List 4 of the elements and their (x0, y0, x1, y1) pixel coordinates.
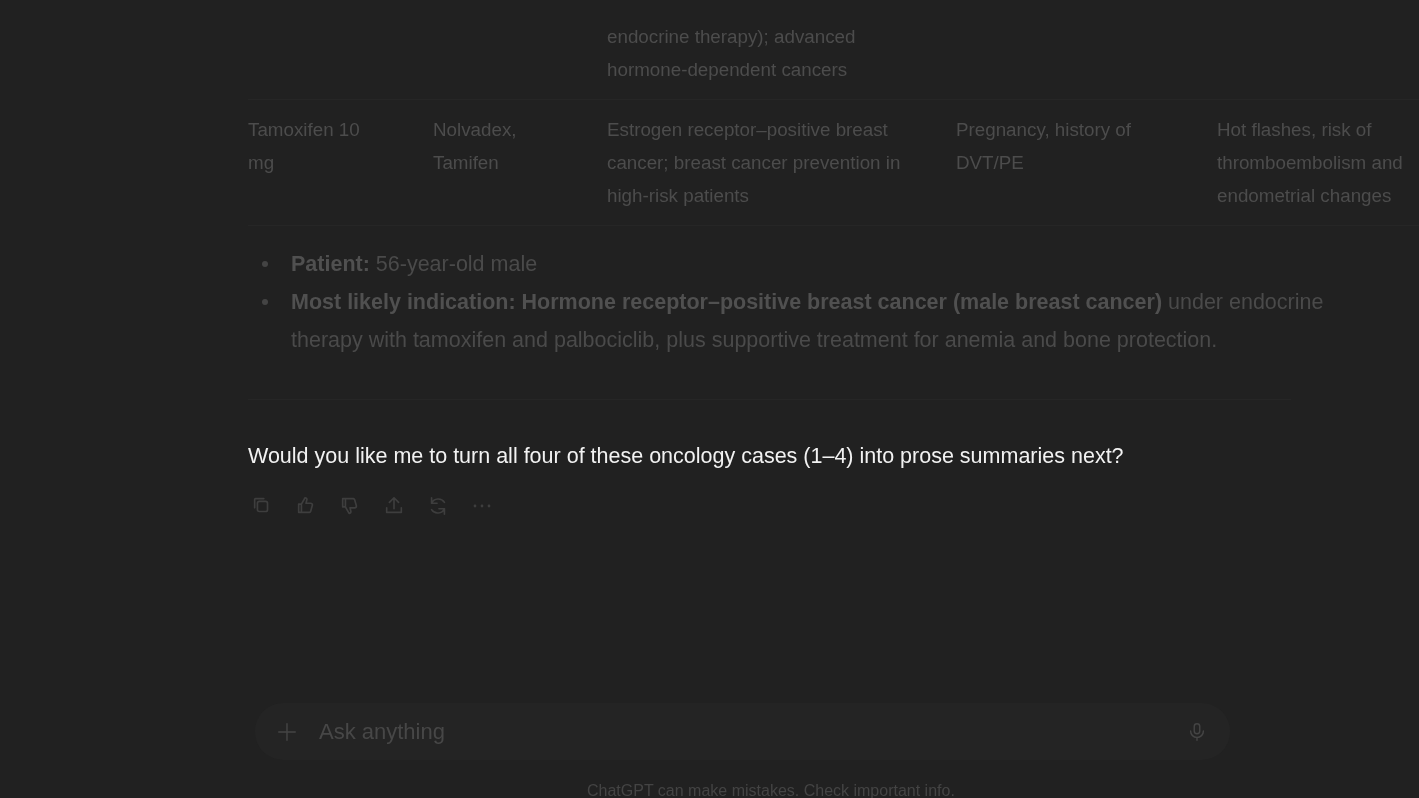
message-text: Would you like me to turn all four of these oncology cases (1–4) into prose summaries next? (248, 443, 1124, 470)
bullet-icon (262, 261, 268, 267)
plus-icon (276, 720, 298, 743)
bullet-icon (262, 299, 268, 305)
